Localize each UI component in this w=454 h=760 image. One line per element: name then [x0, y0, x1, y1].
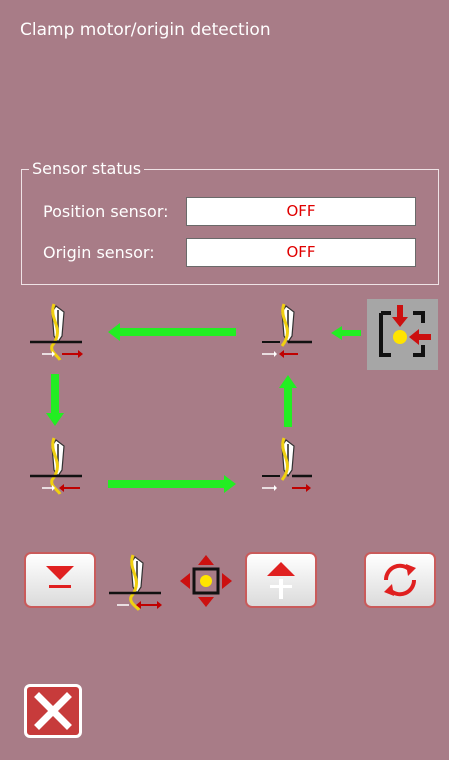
move-up-icon — [267, 562, 295, 599]
move-cross-icon[interactable] — [178, 553, 234, 609]
flow-arrow-right-bottom — [108, 475, 236, 493]
move-down-icon — [46, 566, 74, 588]
close-icon — [34, 692, 72, 730]
move-down-button[interactable] — [24, 552, 96, 608]
clamp-state-icon — [109, 554, 162, 611]
move-up-button[interactable] — [245, 552, 317, 608]
flow-arrow-from-home — [331, 326, 361, 340]
sensor-status-legend: Sensor status — [29, 159, 145, 178]
origin-sensor-label: Origin sensor: — [43, 243, 155, 262]
sensor-status-group: Sensor status Position sensor: OFF Origi… — [21, 159, 439, 285]
clamp-state-top-right-icon — [262, 303, 312, 358]
right-edge-strip — [449, 0, 454, 760]
clamp-state-bottom-right-icon — [262, 437, 312, 492]
screen: Clamp motor/origin detection Sensor stat… — [0, 0, 454, 760]
origin-home-icon-box[interactable] — [367, 299, 438, 370]
cycle-button[interactable] — [364, 552, 436, 608]
origin-sensor-value: OFF — [186, 238, 416, 267]
flow-arrow-down-left — [46, 374, 64, 426]
clamp-state-bottom-left-icon — [30, 437, 82, 495]
clamp-state-top-left-icon — [30, 303, 83, 361]
position-sensor-label: Position sensor: — [43, 202, 169, 221]
origin-home-icon — [379, 305, 431, 357]
close-button[interactable] — [24, 684, 82, 738]
flow-arrow-up-right — [279, 375, 297, 427]
flow-arrow-left-top — [108, 323, 236, 341]
cycle-refresh-icon — [383, 563, 417, 597]
position-sensor-value: OFF — [186, 197, 416, 226]
page-title: Clamp motor/origin detection — [20, 20, 271, 40]
